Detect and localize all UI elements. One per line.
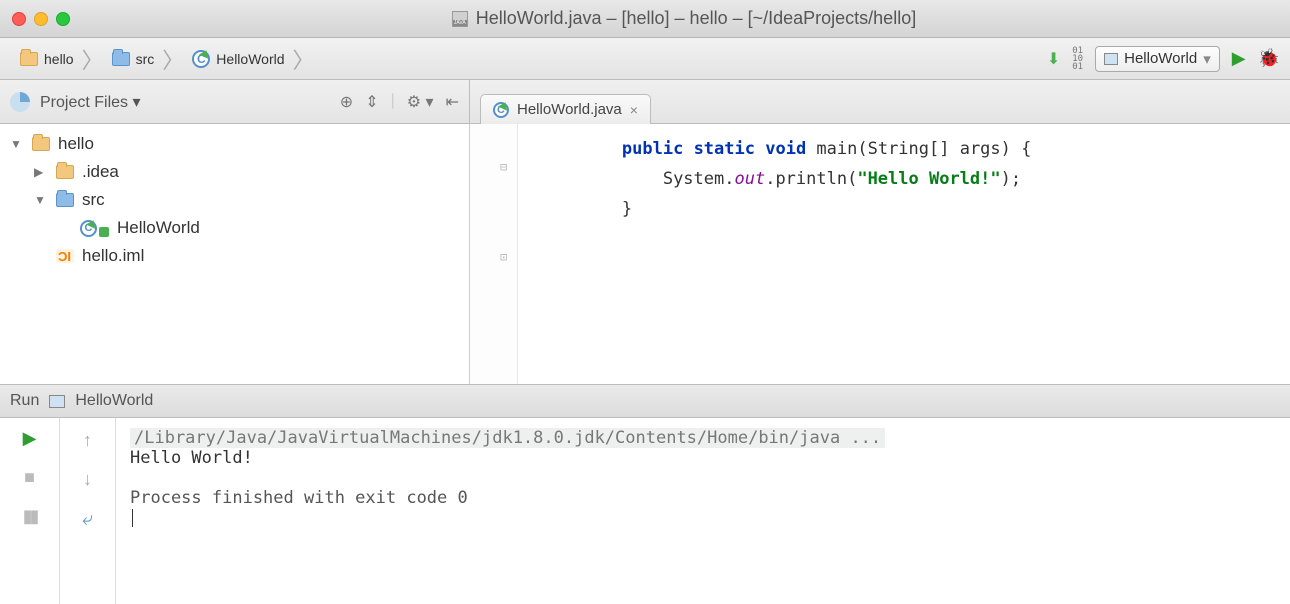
expand-arrow-icon[interactable]: ▶ [34, 165, 48, 179]
minimize-window-button[interactable] [34, 12, 48, 26]
java-file-icon [452, 11, 468, 27]
source-folder-icon [56, 193, 74, 207]
make-project-button[interactable]: ⬇ [1047, 49, 1060, 69]
scroll-to-source-icon[interactable]: ⊕ [340, 92, 353, 112]
tree-node-project[interactable]: ▼ hello [0, 130, 469, 158]
debug-button[interactable]: 🐞 [1258, 48, 1280, 69]
settings-gear-icon[interactable]: ⚙ ▾ [407, 92, 434, 112]
breadcrumb: hello 〉 src 〉 C HelloWorld 〉 [10, 38, 313, 79]
hide-panel-icon[interactable]: ⇤ [446, 92, 459, 112]
runnable-badge-icon [99, 227, 109, 237]
run-tool-label: Run [10, 392, 39, 410]
dropdown-arrow-icon: ▾ [132, 94, 140, 111]
project-view-label: Project Files [40, 94, 128, 111]
dropdown-arrow-icon: ▾ [1203, 50, 1211, 68]
tree-label: hello [58, 134, 94, 154]
close-window-button[interactable] [12, 12, 26, 26]
breadcrumb-separator-icon: 〉 [293, 43, 315, 75]
run-tool-target: HelloWorld [75, 392, 153, 410]
project-view-selector[interactable]: Project Files ▾ [40, 92, 141, 112]
iml-file-icon: ϽI [56, 249, 74, 263]
scroll-down-icon[interactable]: ↓ [83, 469, 92, 490]
run-config-name: HelloWorld [1124, 50, 1197, 67]
soft-wrap-icon[interactable]: ⤶ [82, 508, 93, 531]
console-output[interactable]: /Library/Java/JavaVirtualMachines/jdk1.8… [116, 418, 1290, 604]
console-output-line: Hello World! [130, 448, 1276, 468]
code-line: System.out.println("Hello World!"); [470, 164, 1290, 194]
project-panel-header: Project Files ▾ ⊕ ⇕ | ⚙ ▾ ⇤ [0, 80, 470, 123]
fold-marker-icon[interactable]: ⊟ [500, 160, 507, 174]
tree-label: HelloWorld [117, 218, 200, 238]
binary-icon: 011001 [1072, 47, 1083, 71]
folder-icon [32, 137, 50, 151]
zoom-window-button[interactable] [56, 12, 70, 26]
application-icon [1104, 53, 1118, 65]
rerun-button[interactable]: ▶ [23, 428, 37, 449]
source-folder-icon [112, 52, 130, 66]
class-icon: C [80, 220, 97, 237]
scroll-up-icon[interactable]: ↑ [83, 430, 92, 451]
editor-gutter[interactable]: ⊟ ⊡ [470, 124, 518, 384]
collapse-all-icon[interactable]: ⇕ [365, 92, 378, 112]
application-icon [49, 395, 65, 408]
console-area: ▶ ■ ▮▮ ↑ ↓ ⤶ /Library/Java/JavaVirtualMa… [0, 418, 1290, 604]
navigation-bar: hello 〉 src 〉 C HelloWorld 〉 ⬇ 011001 He… [0, 38, 1290, 80]
run-controls: ▶ ■ ▮▮ [0, 418, 60, 604]
editor-tab-label: HelloWorld.java [517, 101, 622, 118]
editor-tab-bar: C HelloWorld.java × [470, 80, 1290, 123]
folder-icon [20, 52, 38, 66]
window-title: HelloWorld.java – [hello] – hello – [~/I… [476, 8, 916, 29]
tree-node-class[interactable]: C HelloWorld [0, 214, 469, 242]
close-tab-button[interactable]: × [630, 102, 638, 118]
project-tree: ▼ hello ▶ .idea ▼ src C HelloWorld ϽI he… [0, 124, 470, 384]
expand-arrow-icon[interactable]: ▼ [10, 137, 24, 151]
titlebar: HelloWorld.java – [hello] – hello – [~/I… [0, 0, 1290, 38]
tree-label: src [82, 190, 105, 210]
tree-node-src[interactable]: ▼ src [0, 186, 469, 214]
run-button[interactable]: ▶ [1232, 48, 1246, 69]
folder-icon [56, 165, 74, 179]
tree-label: .idea [82, 162, 119, 182]
class-icon: C [493, 102, 509, 118]
breadcrumb-separator-icon: 〉 [82, 43, 104, 75]
run-config-selector[interactable]: HelloWorld ▾ [1095, 46, 1220, 72]
console-command-line: /Library/Java/JavaVirtualMachines/jdk1.8… [130, 428, 885, 448]
run-tool-window-header[interactable]: Run HelloWorld [0, 384, 1290, 418]
breadcrumb-item-project[interactable]: hello [10, 43, 84, 75]
tree-label: hello.iml [82, 246, 144, 266]
toolbar-right: ⬇ 011001 HelloWorld ▾ ▶ 🐞 [1047, 46, 1280, 72]
code-line: } [470, 194, 1290, 224]
tree-node-iml[interactable]: ϽI hello.iml [0, 242, 469, 270]
pause-button[interactable]: ▮▮ [23, 506, 37, 527]
breadcrumb-label: hello [44, 51, 74, 67]
code-line: public static void main(String[] args) { [470, 134, 1290, 164]
tree-node-idea[interactable]: ▶ .idea [0, 158, 469, 186]
expand-arrow-icon[interactable]: ▼ [34, 193, 48, 207]
window-controls [12, 12, 70, 26]
breadcrumb-label: HelloWorld [216, 51, 284, 67]
console-exit-line: Process finished with exit code 0 [130, 488, 1276, 508]
fold-marker-icon[interactable]: ⊡ [500, 250, 507, 264]
code-editor[interactable]: ⊟ ⊡ public static void main(String[] arg… [470, 124, 1290, 384]
stop-button[interactable]: ■ [24, 467, 35, 488]
breadcrumb-item-src[interactable]: src [102, 43, 165, 75]
tool-row: Project Files ▾ ⊕ ⇕ | ⚙ ▾ ⇤ C HelloWorld… [0, 80, 1290, 124]
breadcrumb-separator-icon: 〉 [162, 43, 184, 75]
console-cursor [130, 508, 1276, 528]
breadcrumb-item-class[interactable]: C HelloWorld [182, 43, 294, 75]
main-split: ▼ hello ▶ .idea ▼ src C HelloWorld ϽI he… [0, 124, 1290, 384]
editor-tab[interactable]: C HelloWorld.java × [480, 94, 651, 124]
console-controls: ↑ ↓ ⤶ [60, 418, 116, 604]
breadcrumb-label: src [136, 51, 155, 67]
project-view-icon [10, 92, 30, 112]
class-icon: C [192, 50, 210, 68]
project-toolbar: ⊕ ⇕ | ⚙ ▾ ⇤ [340, 92, 459, 112]
window-title-group: HelloWorld.java – [hello] – hello – [~/I… [90, 8, 1278, 29]
